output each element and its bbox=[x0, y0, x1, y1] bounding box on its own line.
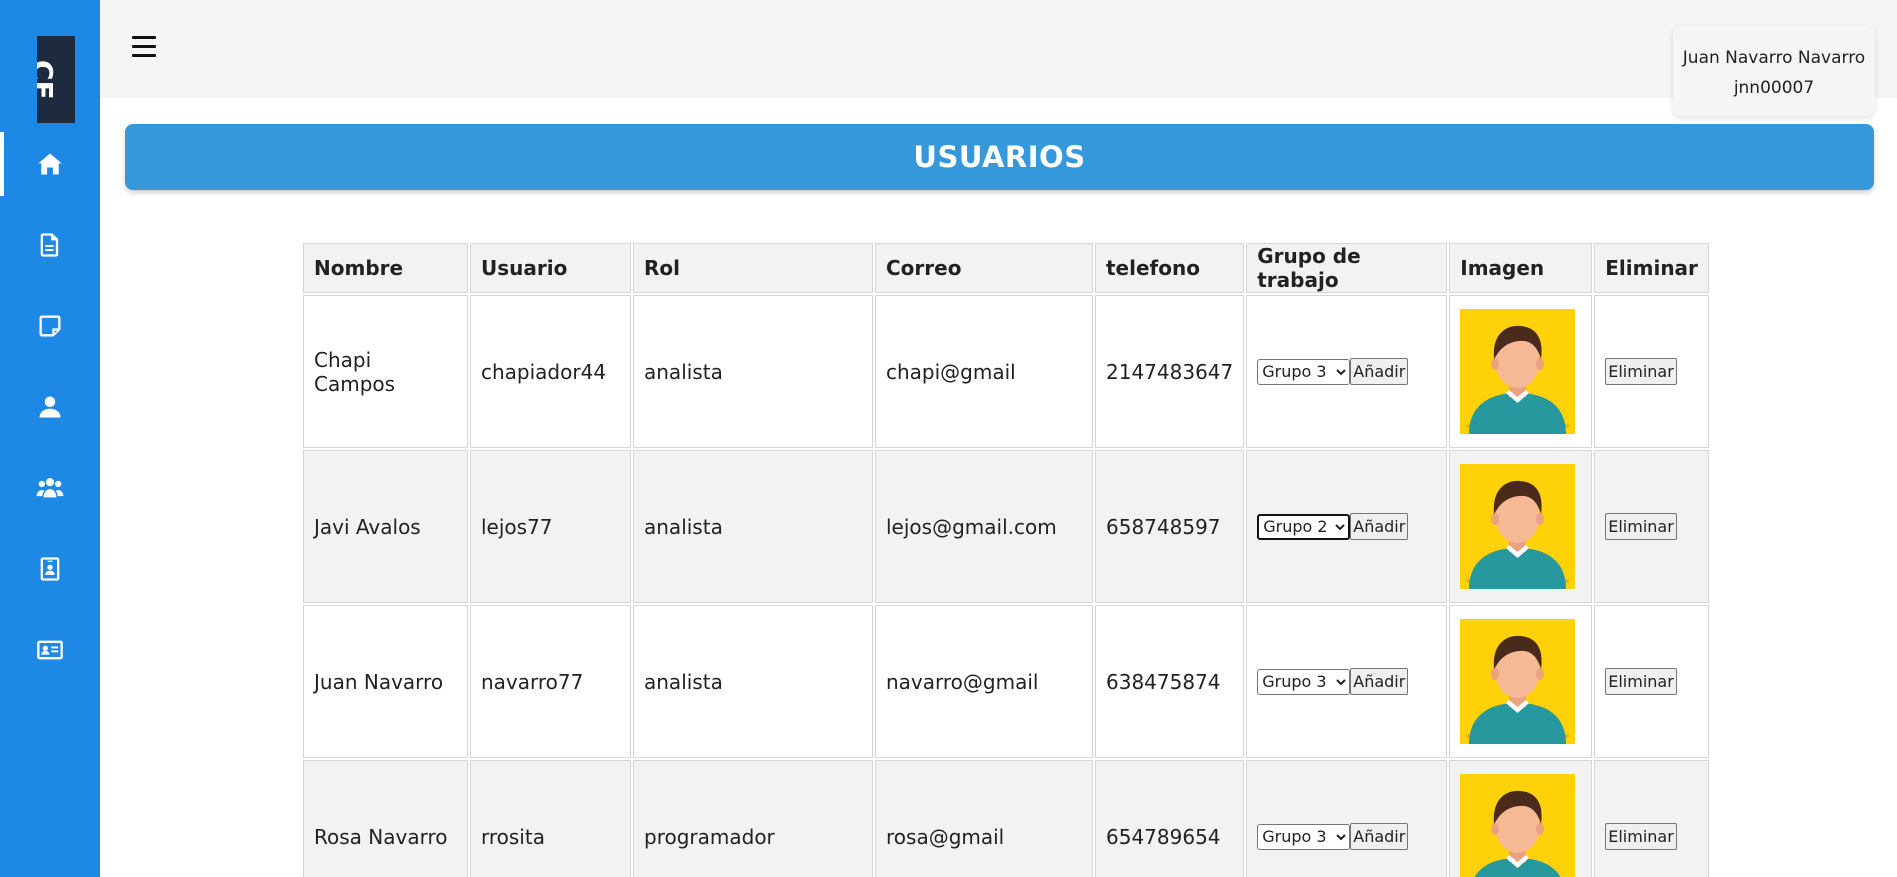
male-avatar-icon bbox=[1460, 464, 1576, 589]
id-badge-icon bbox=[40, 557, 60, 581]
cell-nombre: Chapi Campos bbox=[303, 295, 468, 448]
group-select[interactable]: Grupo 2 bbox=[1257, 513, 1351, 540]
male-avatar-icon bbox=[1460, 619, 1576, 744]
sidebar-item-notes[interactable] bbox=[0, 294, 100, 358]
column-header-nombre: Nombre bbox=[303, 243, 468, 293]
home-icon bbox=[38, 153, 62, 175]
cell-grupo: Grupo 3 Añadir bbox=[1246, 295, 1448, 448]
column-header-imagen: Imagen bbox=[1449, 243, 1593, 293]
sidebar-item-teams[interactable] bbox=[0, 456, 100, 520]
cell-rol: programador bbox=[633, 760, 873, 877]
cell-eliminar: Eliminar bbox=[1594, 605, 1709, 758]
group-select[interactable]: Grupo 3 bbox=[1257, 358, 1351, 385]
cell-imagen bbox=[1449, 450, 1593, 603]
add-group-button[interactable]: Añadir bbox=[1350, 823, 1409, 850]
add-group-button[interactable]: Añadir bbox=[1350, 358, 1409, 385]
file-icon bbox=[40, 233, 59, 257]
logo-text: CE bbox=[37, 60, 59, 100]
sidebar-item-id-card[interactable] bbox=[0, 618, 100, 682]
cell-telefono: 654789654 bbox=[1095, 760, 1245, 877]
cell-nombre: Rosa Navarro bbox=[303, 760, 468, 877]
cell-rol: analista bbox=[633, 605, 873, 758]
delete-user-button[interactable]: Eliminar bbox=[1605, 513, 1677, 540]
sidebar: CE bbox=[0, 0, 100, 877]
cell-correo: rosa@gmail bbox=[875, 760, 1093, 877]
users-table: Nombre Usuario Rol Correo telefono Grupo… bbox=[301, 241, 1711, 877]
cell-imagen bbox=[1449, 295, 1593, 448]
cell-nombre: Javi Avalos bbox=[303, 450, 468, 603]
cell-imagen bbox=[1449, 760, 1593, 877]
cell-eliminar: Eliminar bbox=[1594, 450, 1709, 603]
page-title: USUARIOS bbox=[125, 124, 1874, 190]
cell-telefono: 2147483647 bbox=[1095, 295, 1245, 448]
column-header-eliminar: Eliminar bbox=[1594, 243, 1709, 293]
sidebar-item-home[interactable] bbox=[0, 132, 100, 196]
sidebar-item-badge[interactable] bbox=[0, 537, 100, 601]
cell-correo: lejos@gmail.com bbox=[875, 450, 1093, 603]
column-header-usuario: Usuario bbox=[470, 243, 631, 293]
user-info-card[interactable]: Juan Navarro Navarro jnn00007 bbox=[1673, 26, 1875, 116]
cell-eliminar: Eliminar bbox=[1594, 295, 1709, 448]
cell-eliminar: Eliminar bbox=[1594, 760, 1709, 877]
cell-usuario: rrosita bbox=[470, 760, 631, 877]
table-row: Rosa Navarro rrosita programador rosa@gm… bbox=[303, 760, 1709, 877]
sidebar-item-user[interactable] bbox=[0, 375, 100, 439]
table-row: Juan Navarro navarro77 analista navarro@… bbox=[303, 605, 1709, 758]
column-header-rol: Rol bbox=[633, 243, 873, 293]
add-group-button[interactable]: Añadir bbox=[1350, 513, 1409, 540]
male-avatar-icon bbox=[1460, 774, 1576, 877]
cell-telefono: 658748597 bbox=[1095, 450, 1245, 603]
male-avatar-icon bbox=[1460, 309, 1576, 434]
table-row: Chapi Campos chapiador44 analista chapi@… bbox=[303, 295, 1709, 448]
menu-toggle-icon[interactable] bbox=[132, 36, 156, 58]
cell-usuario: navarro77 bbox=[470, 605, 631, 758]
cell-telefono: 638475874 bbox=[1095, 605, 1245, 758]
note-icon bbox=[39, 315, 61, 337]
column-header-telefono: telefono bbox=[1095, 243, 1245, 293]
app-logo[interactable]: CE bbox=[37, 36, 75, 123]
delete-user-button[interactable]: Eliminar bbox=[1605, 823, 1677, 850]
cell-grupo: Grupo 2 Añadir bbox=[1246, 450, 1448, 603]
group-select[interactable]: Grupo 3 bbox=[1257, 823, 1351, 850]
cell-grupo: Grupo 3 Añadir bbox=[1246, 760, 1448, 877]
sidebar-item-documents[interactable] bbox=[0, 213, 100, 277]
cell-nombre: Juan Navarro bbox=[303, 605, 468, 758]
delete-user-button[interactable]: Eliminar bbox=[1605, 358, 1677, 385]
table-header-row: Nombre Usuario Rol Correo telefono Grupo… bbox=[303, 243, 1709, 293]
table-row: Javi Avalos lejos77 analista lejos@gmail… bbox=[303, 450, 1709, 603]
cell-rol: analista bbox=[633, 450, 873, 603]
cell-grupo: Grupo 3 Añadir bbox=[1246, 605, 1448, 758]
user-icon bbox=[39, 396, 61, 418]
column-header-correo: Correo bbox=[875, 243, 1093, 293]
user-username: jnn00007 bbox=[1733, 78, 1815, 98]
column-header-grupo: Grupo de trabajo bbox=[1246, 243, 1448, 293]
top-bar bbox=[100, 0, 1897, 98]
cell-correo: navarro@gmail bbox=[875, 605, 1093, 758]
add-group-button[interactable]: Añadir bbox=[1350, 668, 1409, 695]
user-fullname: Juan Navarro Navarro bbox=[1682, 48, 1866, 68]
delete-user-button[interactable]: Eliminar bbox=[1605, 668, 1677, 695]
id-card-icon bbox=[37, 640, 63, 660]
cell-imagen bbox=[1449, 605, 1593, 758]
users-icon bbox=[36, 478, 64, 498]
cell-usuario: lejos77 bbox=[470, 450, 631, 603]
cell-correo: chapi@gmail bbox=[875, 295, 1093, 448]
cell-rol: analista bbox=[633, 295, 873, 448]
cell-usuario: chapiador44 bbox=[470, 295, 631, 448]
group-select[interactable]: Grupo 3 bbox=[1257, 668, 1351, 695]
